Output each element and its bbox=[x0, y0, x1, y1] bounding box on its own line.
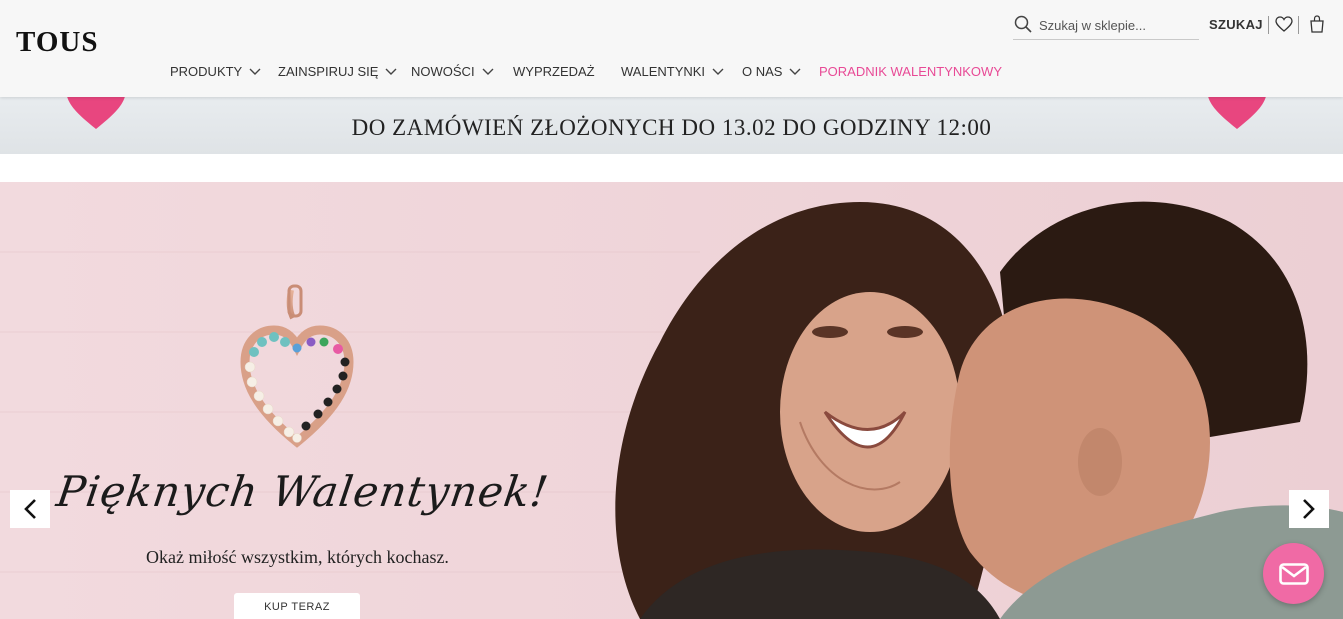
nav-item-label: WYPRZEDAŻ bbox=[513, 64, 595, 79]
mail-icon bbox=[1278, 562, 1309, 585]
nav-item-label: NOWOŚCI bbox=[411, 64, 475, 79]
logo[interactable]: TOUS bbox=[16, 26, 98, 59]
nav-item-label: ZAINSPIRUJ SIĘ bbox=[278, 64, 379, 79]
heart-icon[interactable] bbox=[1275, 16, 1293, 32]
divider bbox=[1298, 16, 1299, 34]
hero-subtitle: Okaż miłość wszystkim, których kochasz. bbox=[146, 547, 449, 567]
chat-button[interactable] bbox=[1263, 543, 1324, 604]
chevron-down-icon bbox=[789, 68, 801, 75]
chevron-down-icon bbox=[249, 68, 261, 75]
nav-item-o-nas[interactable]: O NAS bbox=[742, 64, 801, 79]
nav-item-label: WALENTYNKI bbox=[621, 64, 706, 79]
nav-item-zainspiruj[interactable]: ZAINSPIRUJ SIĘ bbox=[278, 64, 397, 79]
nav-item-walentynki[interactable]: WALENTYNKI bbox=[621, 64, 724, 79]
nav-item-label: PRODUKTY bbox=[170, 64, 243, 79]
hero-title: Pięknych Walentynek! bbox=[53, 467, 552, 516]
nav-item-poradnik[interactable]: PORADNIK WALENTYNKOWY bbox=[819, 64, 1002, 79]
nav-item-label: O NAS bbox=[742, 64, 783, 79]
carousel-prev-button[interactable] bbox=[10, 490, 50, 528]
divider bbox=[1268, 16, 1269, 34]
chevron-down-icon bbox=[385, 68, 397, 75]
chevron-left-icon bbox=[24, 499, 36, 519]
search-button[interactable]: SZUKAJ bbox=[1209, 17, 1263, 32]
search-box bbox=[1013, 12, 1199, 40]
promo-text: DO ZAMÓWIEŃ ZŁOŻONYCH DO 13.02 DO GODZIN… bbox=[351, 115, 992, 140]
promo-banner[interactable]: DO ZAMÓWIEŃ ZŁOŻONYCH DO 13.02 DO GODZIN… bbox=[0, 97, 1343, 154]
chevron-right-icon bbox=[1303, 499, 1315, 519]
search-input[interactable] bbox=[1039, 15, 1194, 35]
site-header: TOUS SZUKAJ PRODUKTY ZAINSPIRUJ SIĘ NOWO… bbox=[0, 0, 1343, 97]
shopping-bag-icon[interactable] bbox=[1309, 15, 1325, 33]
search-icon[interactable] bbox=[1014, 15, 1032, 33]
hero-banner[interactable]: Pięknych Walentynek! Okaż miłość wszystk… bbox=[0, 182, 1343, 619]
nav-item-label: PORADNIK WALENTYNKOWY bbox=[819, 64, 1002, 79]
carousel-next-button[interactable] bbox=[1289, 490, 1329, 528]
nav-item-produkty[interactable]: PRODUKTY bbox=[170, 64, 261, 79]
nav-item-wyprzedaz[interactable]: WYPRZEDAŻ bbox=[513, 64, 595, 79]
nav-item-nowosci[interactable]: NOWOŚCI bbox=[411, 64, 494, 79]
chevron-down-icon bbox=[482, 68, 494, 75]
shop-now-button[interactable]: KUP TERAZ bbox=[234, 593, 360, 619]
chevron-down-icon bbox=[712, 68, 724, 75]
